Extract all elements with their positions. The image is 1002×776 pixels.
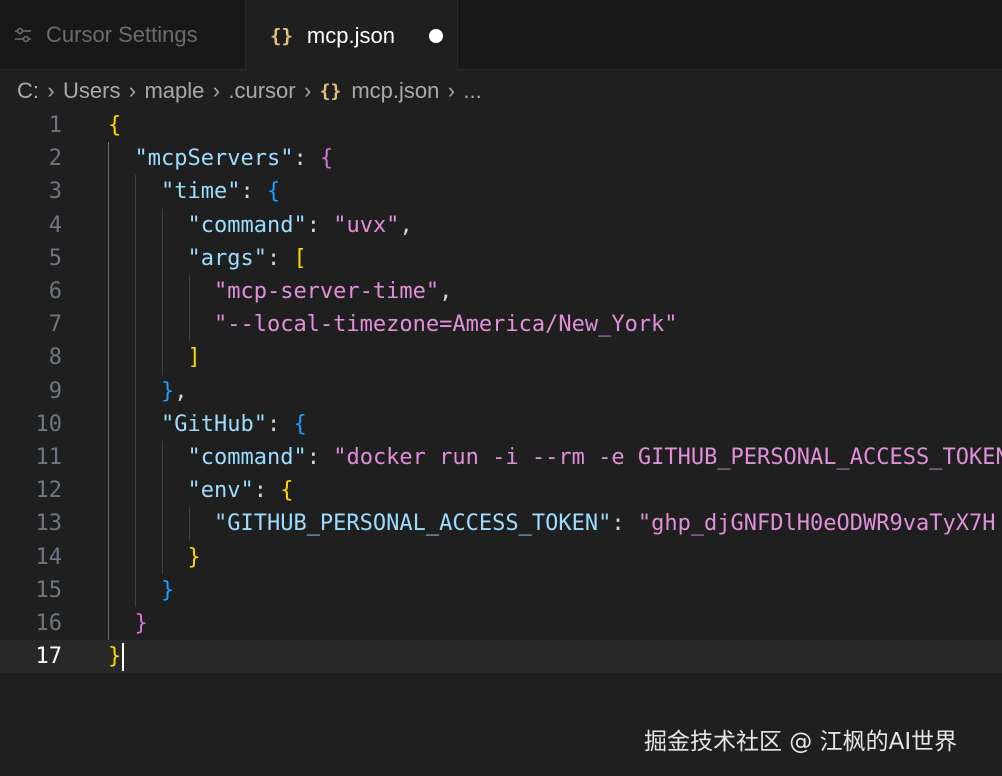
breadcrumb-item-symbols[interactable]: ... (463, 78, 481, 104)
code-text: "time": { (160, 179, 281, 205)
code-line: 9 }, (0, 375, 1002, 408)
chevron-right-icon: › (447, 78, 456, 103)
code-text: "GITHUB_PERSONAL_ACCESS_TOKEN": "ghp_djG… (213, 511, 996, 537)
watermark: 掘金技术社区 @ 江枫的AI世界 (644, 729, 958, 755)
code-line: 11 "command": "docker run -i --rm -e GIT… (0, 441, 1002, 474)
code-text: "mcpServers": { (134, 146, 334, 172)
line-number: 5 (48, 245, 62, 271)
editor-tab-bar: Cursor Settings {} mcp.json (0, 0, 1002, 71)
chevron-right-icon: › (303, 78, 312, 103)
breadcrumb-item-maple[interactable]: maple (144, 78, 204, 104)
code-line: 1 { (0, 109, 1002, 142)
line-number: 17 (35, 644, 63, 670)
tab-mcp-json[interactable]: {} mcp.json (246, 0, 458, 71)
code-line: 2 "mcpServers": { (0, 142, 1002, 175)
chevron-right-icon: › (47, 78, 55, 103)
line-number: 2 (48, 146, 62, 172)
code-line: 14 } (0, 541, 1002, 574)
line-number: 13 (35, 511, 63, 537)
line-number: 12 (35, 478, 63, 504)
code-line: 5 "args": [ (0, 242, 1002, 275)
code-editor[interactable]: 1 { 2 "mcpServers": { 3 "time": { 4 "com… (0, 109, 1002, 776)
chevron-right-icon: › (128, 78, 137, 103)
code-line: 6 "mcp-server-time", (0, 275, 1002, 308)
code-text: "--local-timezone=America/New_York" (213, 312, 678, 338)
line-number: 7 (48, 312, 62, 338)
code-text: } (160, 577, 175, 603)
line-number: 16 (35, 611, 63, 637)
code-line: 15 } (0, 574, 1002, 607)
line-number: 10 (35, 411, 63, 437)
settings-sliders-icon (12, 24, 34, 46)
code-text: } (187, 544, 201, 570)
code-text: "command": "uvx", (187, 212, 413, 238)
tab-label: Cursor Settings (46, 22, 198, 47)
line-number: 3 (48, 179, 62, 205)
code-line: 13 "GITHUB_PERSONAL_ACCESS_TOKEN": "ghp_… (0, 507, 1002, 540)
breadcrumb-item-users[interactable]: Users (63, 78, 120, 104)
line-number: 9 (48, 378, 62, 404)
line-number: 8 (48, 345, 62, 371)
code-line: 12 "env": { (0, 474, 1002, 507)
code-text: "mcp-server-time", (213, 279, 453, 305)
text-cursor (122, 642, 125, 671)
code-line: 7 "--local-timezone=America/New_York" (0, 308, 1002, 341)
code-line: 10 "GitHub": { (0, 408, 1002, 441)
code-text: ] (187, 345, 201, 371)
breadcrumb: C: › Users › maple › .cursor › {} mcp.js… (0, 72, 1002, 110)
code-text: { (108, 113, 122, 139)
code-text: }, (160, 378, 188, 404)
line-number: 1 (48, 113, 62, 139)
code-line: 8 ] (0, 341, 1002, 374)
code-line-current: 17 } (0, 640, 1002, 674)
code-line: 3 "time": { (0, 175, 1002, 208)
breadcrumb-item-cursor[interactable]: .cursor (228, 78, 295, 104)
json-braces-icon: {} (319, 80, 342, 102)
breadcrumb-item-file[interactable]: mcp.json (351, 78, 439, 104)
unsaved-dot-icon[interactable] (428, 28, 443, 43)
code-line: 16 } (0, 607, 1002, 640)
line-number: 14 (35, 544, 63, 570)
line-number: 11 (35, 445, 63, 471)
line-number: 4 (48, 212, 62, 238)
line-number: 6 (48, 279, 62, 305)
tab-label: mcp.json (306, 22, 395, 48)
code-text: "command": "docker run -i --rm -e GITHUB… (187, 445, 1002, 471)
code-text: "GitHub": { (160, 411, 307, 437)
code-text: "args": [ (187, 245, 307, 271)
line-number: 15 (35, 577, 63, 603)
tab-cursor-settings[interactable]: Cursor Settings (0, 0, 246, 70)
breadcrumb-item-drive[interactable]: C: (17, 78, 39, 104)
code-text: "env": { (187, 478, 294, 504)
code-text: } (134, 611, 148, 637)
code-text: } (108, 642, 125, 671)
json-braces-icon: {} (270, 24, 293, 47)
code-line: 4 "command": "uvx", (0, 209, 1002, 242)
chevron-right-icon: › (212, 78, 221, 103)
